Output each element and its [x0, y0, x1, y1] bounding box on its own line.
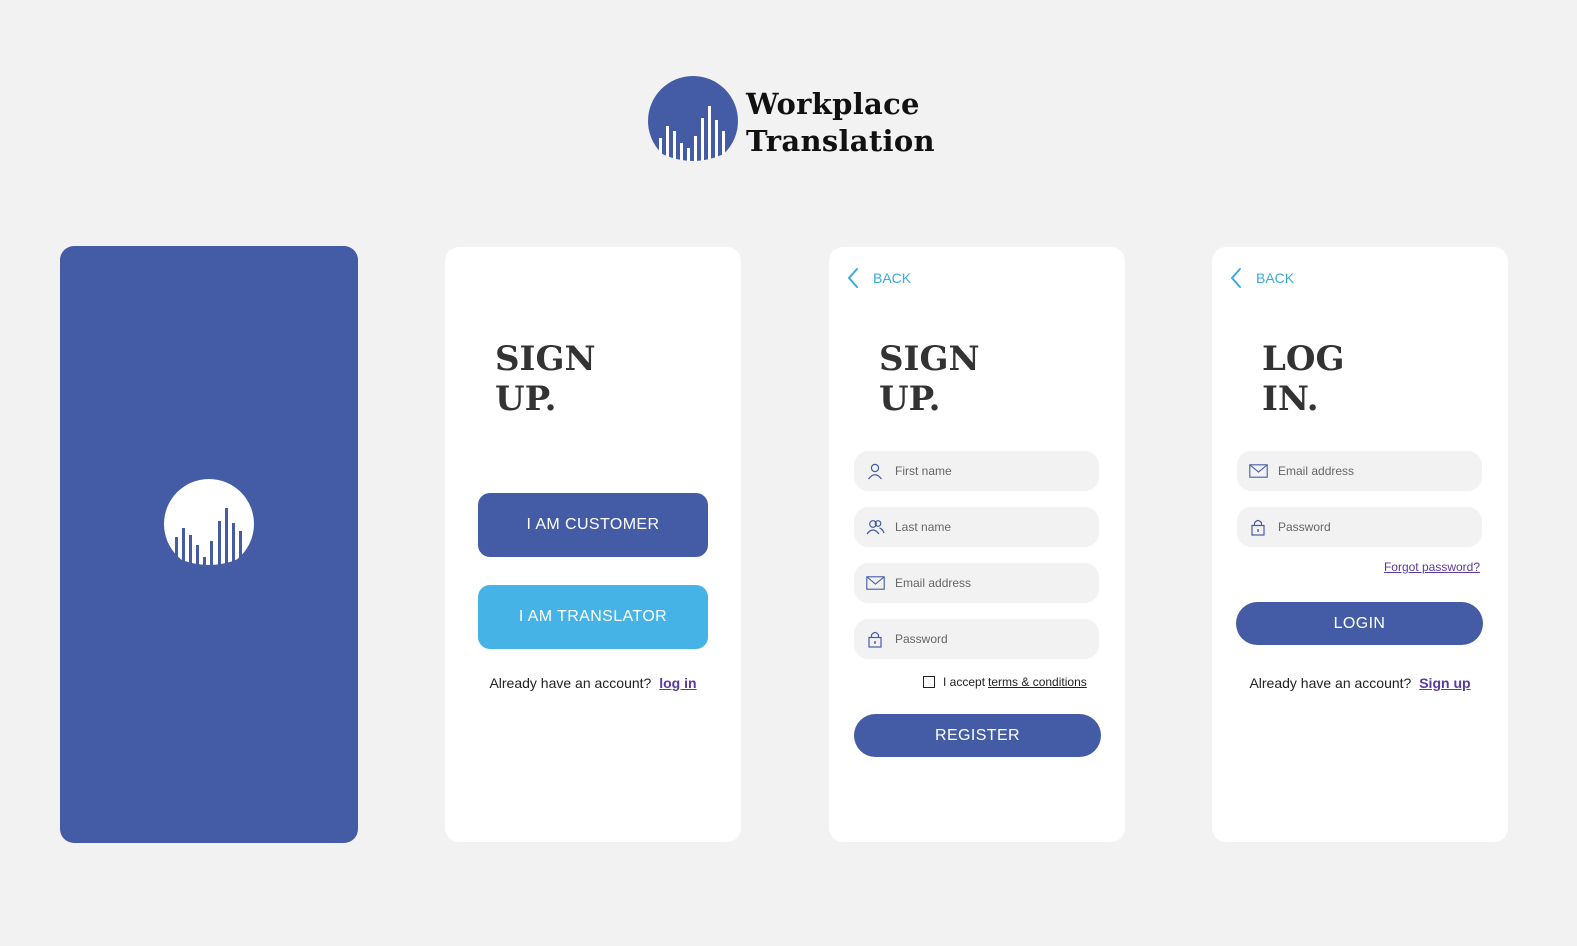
password-input[interactable]: [1278, 520, 1468, 534]
signup-role-screen: SIGN UP. I AM CUSTOMER I AM TRANSLATOR A…: [445, 247, 741, 842]
lock-icon: [1248, 517, 1268, 537]
password-input[interactable]: [895, 632, 1085, 646]
heading-line2: UP.: [879, 379, 941, 419]
splash-screen: [60, 246, 358, 843]
back-label: BACK: [1256, 270, 1295, 286]
forgot-password-link[interactable]: Forgot password?: [1384, 560, 1480, 574]
account-prompt-text: Already have an account?: [489, 675, 652, 691]
account-prompt: Already have an account? Sign up: [1212, 675, 1508, 691]
account-prompt: Already have an account? log in: [445, 675, 741, 691]
back-button[interactable]: BACK: [847, 267, 911, 289]
heading-line2: UP.: [495, 379, 557, 419]
terms-link[interactable]: terms & conditions: [988, 675, 1087, 689]
back-label: BACK: [873, 270, 912, 286]
page-title: LOG IN.: [1262, 339, 1345, 419]
login-screen: BACK LOG IN. Forgot password? LOGIN Alre…: [1212, 247, 1508, 842]
signup-link[interactable]: Sign up: [1419, 675, 1470, 691]
bar-chart-circle-icon: [164, 479, 254, 569]
bar-chart-circle-icon: [648, 76, 738, 166]
page-title: SIGN UP.: [495, 339, 596, 419]
account-prompt-text: Already have an account?: [1249, 675, 1412, 691]
heading-line1: SIGN: [879, 339, 980, 379]
heading-line2: IN.: [1262, 379, 1319, 419]
last-name-input[interactable]: [895, 520, 1085, 534]
heading-line1: SIGN: [495, 339, 596, 379]
terms-checkbox[interactable]: [923, 676, 935, 688]
register-button[interactable]: REGISTER: [854, 714, 1101, 757]
register-screen: BACK SIGN UP. I accept terms & condition…: [829, 247, 1125, 842]
email-input[interactable]: [1278, 464, 1468, 478]
mail-icon: [1248, 461, 1268, 481]
users-icon: [865, 517, 885, 537]
brand-header: Workplace Translation: [648, 76, 948, 168]
translator-button[interactable]: I AM TRANSLATOR: [478, 585, 708, 649]
first-name-input[interactable]: [895, 464, 1085, 478]
heading-line1: LOG: [1262, 339, 1345, 379]
last-name-field[interactable]: [854, 507, 1099, 547]
customer-button[interactable]: I AM CUSTOMER: [478, 493, 708, 557]
terms-row: I accept terms & conditions: [923, 675, 1087, 689]
email-field[interactable]: [1237, 451, 1482, 491]
password-field[interactable]: [854, 619, 1099, 659]
mail-icon: [865, 573, 885, 593]
brand-name-line2: Translation: [746, 124, 935, 158]
back-button[interactable]: BACK: [1230, 267, 1294, 289]
login-button[interactable]: LOGIN: [1236, 602, 1483, 645]
email-input[interactable]: [895, 576, 1085, 590]
terms-prefix: I accept: [943, 675, 986, 689]
brand-name: Workplace Translation: [746, 86, 935, 160]
brand-name-line1: Workplace: [746, 87, 920, 121]
login-link[interactable]: log in: [659, 675, 696, 691]
first-name-field[interactable]: [854, 451, 1099, 491]
email-field[interactable]: [854, 563, 1099, 603]
page-title: SIGN UP.: [879, 339, 980, 419]
user-icon: [865, 461, 885, 481]
chevron-left-icon: [848, 268, 858, 288]
password-field[interactable]: [1237, 507, 1482, 547]
chevron-left-icon: [1231, 268, 1241, 288]
lock-icon: [865, 629, 885, 649]
